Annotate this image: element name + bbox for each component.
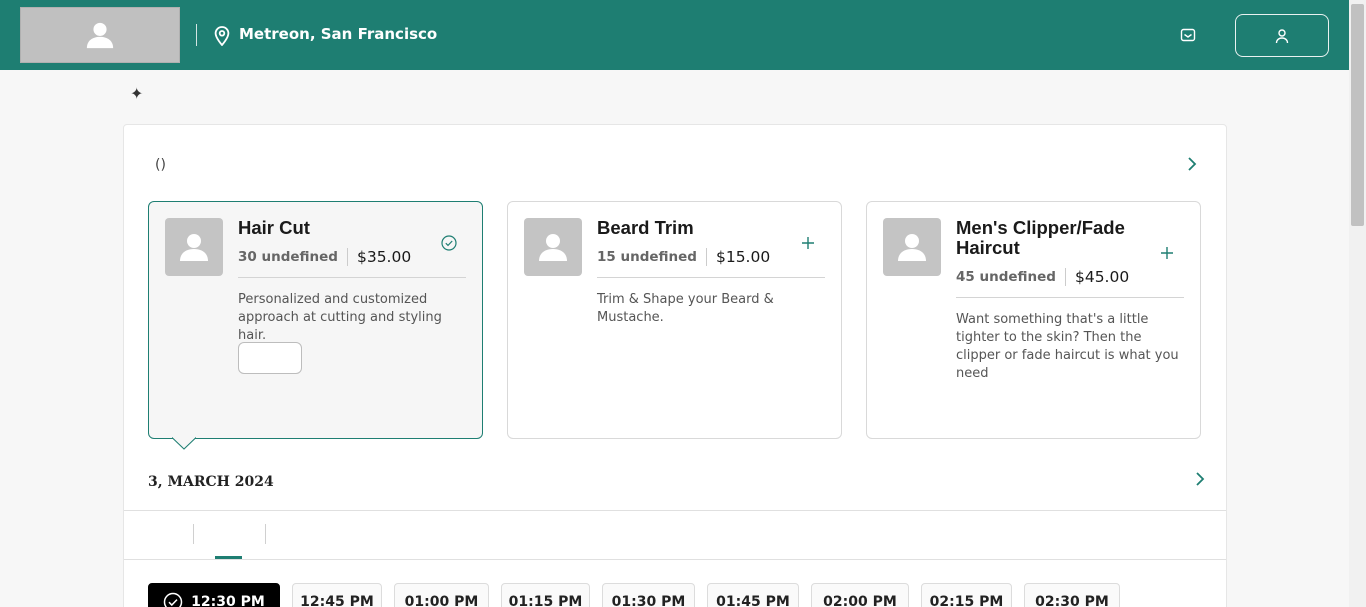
avatar-placeholder-icon xyxy=(86,22,114,49)
tabs-bottom-border xyxy=(124,559,1226,560)
service-card-clipper-fade[interactable]: Men's Clipper/Fade Haircut 45 undefined … xyxy=(866,201,1201,439)
plus-icon[interactable] xyxy=(1158,244,1176,262)
time-slot-label: 01:15 PM xyxy=(508,594,583,607)
time-slot-label: 02:30 PM xyxy=(1035,594,1109,607)
tab-separator xyxy=(265,524,266,544)
plus-icon[interactable] xyxy=(799,234,817,252)
service-price: $15.00 xyxy=(715,248,771,266)
service-price: $35.00 xyxy=(356,248,412,266)
service-title: Men's Clipper/Fade Haircut xyxy=(956,217,1125,258)
time-slot[interactable]: 01:00 PM xyxy=(394,583,489,607)
user-icon xyxy=(1275,28,1289,43)
check-circle-icon xyxy=(163,592,183,607)
card-divider xyxy=(956,297,1184,298)
service-image xyxy=(883,218,941,276)
tabs-top-border xyxy=(124,510,1226,511)
service-duration: 45 undefined xyxy=(956,268,1066,286)
service-duration: 15 undefined xyxy=(597,248,707,266)
service-description: Personalized and customized approach at … xyxy=(238,292,442,343)
service-card-hair-cut[interactable]: Hair Cut 30 undefined $35.00 Personalize… xyxy=(148,201,483,439)
selected-date: 3, MARCH 2024 xyxy=(148,474,274,490)
logo-placeholder[interactable] xyxy=(20,7,180,63)
service-title: Beard Trim xyxy=(597,217,694,238)
top-bar: Metreon, San Francisco xyxy=(0,0,1349,70)
time-slot-label: 01:45 PM xyxy=(716,594,790,607)
services-count: () xyxy=(155,157,166,173)
time-slot[interactable]: 02:15 PM xyxy=(921,583,1012,607)
time-slot-selected[interactable]: 12:30 PM xyxy=(148,583,280,607)
service-description: Trim & Shape your Beard & Mustache. xyxy=(597,292,774,325)
time-slot-label: 12:30 PM xyxy=(191,594,265,607)
services-next-chevron-icon[interactable] xyxy=(1186,156,1198,172)
avatar-placeholder-icon xyxy=(180,234,208,261)
service-image xyxy=(165,218,223,276)
selected-card-pointer xyxy=(172,437,196,450)
account-button[interactable] xyxy=(1235,14,1329,57)
service-duration: 30 undefined xyxy=(238,248,348,266)
time-slot[interactable]: 01:30 PM xyxy=(602,583,695,607)
service-meta: 30 undefined $35.00 xyxy=(238,248,411,266)
time-slot[interactable]: 02:30 PM xyxy=(1024,583,1120,607)
service-card-beard-trim[interactable]: Beard Trim 15 undefined $15.00 Trim & Sh… xyxy=(507,201,842,439)
service-image xyxy=(524,218,582,276)
card-divider xyxy=(238,277,466,278)
service-meta: 15 undefined $15.00 xyxy=(597,248,770,266)
time-slot-label: 02:00 PM xyxy=(823,594,897,607)
service-title: Hair Cut xyxy=(238,217,310,238)
time-slot[interactable]: 01:45 PM xyxy=(707,583,799,607)
check-circle-icon[interactable] xyxy=(440,234,458,252)
service-description: Want something that's a little tighter t… xyxy=(956,312,1179,381)
avatar-placeholder-icon xyxy=(539,234,567,261)
location-name[interactable]: Metreon, San Francisco xyxy=(239,25,437,43)
header-divider xyxy=(196,24,197,46)
location-pin-icon xyxy=(214,26,230,46)
time-slot-label: 01:30 PM xyxy=(611,594,686,607)
avatar-placeholder-icon xyxy=(898,234,926,261)
time-slot[interactable]: 02:00 PM xyxy=(811,583,909,607)
time-slot-label: 01:00 PM xyxy=(404,594,479,607)
time-slot-label: 12:45 PM xyxy=(300,594,374,607)
card-divider xyxy=(597,277,825,278)
service-price: $45.00 xyxy=(1074,268,1130,286)
time-slot-label: 02:15 PM xyxy=(929,594,1004,607)
tab-separator xyxy=(193,524,194,544)
date-next-chevron-icon[interactable] xyxy=(1194,471,1206,487)
sparkle-icon: ✦ xyxy=(130,84,144,103)
scrollbar-thumb[interactable] xyxy=(1351,4,1364,226)
service-meta: 45 undefined $45.00 xyxy=(956,268,1129,286)
inbox-icon[interactable] xyxy=(1180,27,1196,43)
time-slot[interactable]: 01:15 PM xyxy=(501,583,590,607)
time-slot[interactable]: 12:45 PM xyxy=(292,583,382,607)
service-option-button[interactable] xyxy=(238,342,302,374)
